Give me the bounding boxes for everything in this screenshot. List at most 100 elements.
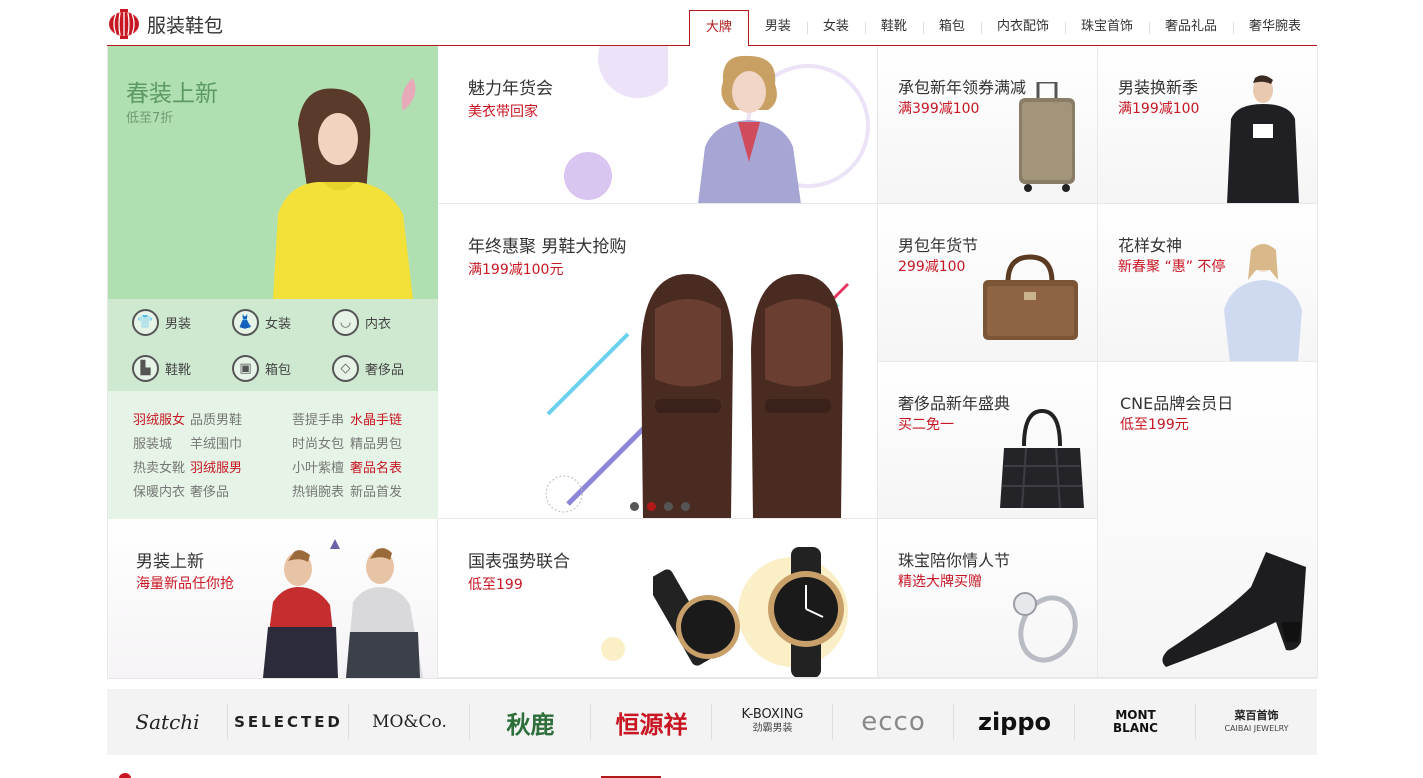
tile-title: 奢侈品新年盛典 <box>898 394 1011 413</box>
tile-luxury-gala[interactable]: 奢侈品新年盛典 买二免一 <box>878 362 1098 519</box>
category-1[interactable]: 👗 女装 <box>232 309 291 336</box>
brand-caibai[interactable]: 菜百首饰 CAIBAI JEWELRY <box>1196 702 1317 742</box>
tile-title: 珠宝陪你情人节 <box>898 551 1011 570</box>
tile-menswear-season[interactable]: 男装换新季 满199减100 <box>1098 46 1318 204</box>
brand-kboxing[interactable]: K-BOXING 劲霸男装 <box>712 702 833 742</box>
brand-montblanc-logo: MONT BLANC <box>1113 708 1158 735</box>
carousel-dot[interactable] <box>664 502 673 511</box>
hero-subtitle: 低至7折 <box>126 111 174 126</box>
loafer-shoes-image <box>641 274 843 518</box>
tab-3[interactable]: 鞋靴 <box>864 10 923 46</box>
carousel-dot[interactable] <box>681 502 690 511</box>
hero-model-image <box>273 88 413 299</box>
carousel-dot[interactable] <box>630 502 639 511</box>
quick-link[interactable]: 热销腕表 <box>292 481 344 500</box>
boot-icon: ▙ <box>132 355 159 382</box>
logo[interactable]: 服装鞋包 <box>107 8 223 40</box>
brand-qiulu[interactable]: 秋鹿 <box>470 702 591 742</box>
tile-title: 花样女神 <box>1118 236 1183 255</box>
brand-ecco[interactable]: ecco <box>833 702 954 742</box>
handbag-image <box>1000 408 1084 509</box>
quick-link[interactable]: 新品首发 <box>350 481 402 500</box>
tile-subtitle: 满399减100 <box>898 101 980 117</box>
briefcase-image <box>983 254 1078 340</box>
brand-bar: Satchi SELECTED MO&Co. 秋鹿 恒源祥 K-BOXING 劲… <box>107 689 1317 755</box>
brand-kboxing-sub: 劲霸男装 <box>752 723 793 734</box>
hero-banner[interactable]: 春装上新 低至7折 <box>108 46 438 299</box>
quick-link[interactable]: 精品男包 <box>350 433 402 452</box>
category-5[interactable]: ◇ 奢侈品 <box>332 355 404 382</box>
fashion-model-image <box>698 55 801 203</box>
quick-link[interactable]: 水晶手链 <box>350 409 402 428</box>
tile-mens-bags[interactable]: 男包年货节 299减100 <box>878 204 1098 362</box>
category-icons: 👕 男装 👗 女装 ◡ 内衣 ▙ 鞋靴 ▣ 箱包 ◇ 奢侈品 <box>108 299 438 391</box>
tshirt-icon: 👕 <box>132 309 159 336</box>
quick-link[interactable]: 羽绒服女 <box>133 409 185 428</box>
circle-decoration <box>564 152 612 200</box>
man-jacket-image <box>1227 75 1299 203</box>
tab-1[interactable]: 男装 <box>749 10 807 46</box>
quick-link[interactable]: 小叶紫檀 <box>292 457 344 476</box>
tile-subtitle: 低至199元 <box>1120 417 1189 433</box>
tile-title: 男装换新季 <box>1118 78 1199 97</box>
tab-5[interactable]: 内衣配饰 <box>980 10 1065 46</box>
quick-link[interactable]: 奢侈品 <box>190 481 229 500</box>
tile-cne-member-day[interactable]: CNE品牌会员日 低至199元 <box>1098 362 1318 678</box>
lantern-icon <box>107 8 141 40</box>
ring-image <box>1013 592 1078 663</box>
tile-title: 年终惠聚 男鞋大抢购 <box>468 237 627 257</box>
quick-links: 羽绒服女 品质男鞋 菩提手串 水晶手链服装城 羊绒围巾 时尚女包 精品男包热卖女靴 羽绒服男 小… <box>108 391 438 519</box>
category-label: 内衣 <box>365 317 392 332</box>
tile-title: 男包年货节 <box>898 236 979 255</box>
triangle-decoration <box>330 539 340 549</box>
tile-women-goddess[interactable]: 花样女神 新春聚 “惠” 不停 <box>1098 204 1318 362</box>
tile-subtitle: 精选大牌买赠 <box>898 574 982 590</box>
tile-subtitle: 新春聚 “惠” 不停 <box>1118 259 1226 275</box>
quick-link[interactable]: 羊绒围巾 <box>190 433 242 452</box>
tile-title: 男装上新 <box>136 552 204 572</box>
quick-link[interactable]: 奢品名表 <box>350 457 402 476</box>
tab-2[interactable]: 女装 <box>806 10 865 46</box>
tile-watches[interactable]: 国表强势联合 低至199 <box>438 519 878 678</box>
tile-jewelry-valentine[interactable]: 珠宝陪你情人节 精选大牌买赠 <box>878 519 1098 678</box>
quick-link[interactable]: 热卖女靴 <box>133 457 185 476</box>
tab-7[interactable]: 奢品礼品 <box>1148 10 1233 46</box>
watches-image <box>653 547 844 677</box>
tile-bags-coupon[interactable]: 承包新年领券满减 满399减100 <box>878 46 1098 204</box>
tile-subtitle: 低至199 <box>468 577 523 593</box>
tab-4[interactable]: 箱包 <box>922 10 981 46</box>
brand-selected[interactable]: SELECTED <box>228 702 349 742</box>
brand-caibai-sub: 菜百首饰 <box>1234 709 1279 722</box>
carousel-mens-shoes[interactable]: 年终惠聚 男鞋大抢购 满199减100元 <box>438 204 878 519</box>
tab-8[interactable]: 奢华腕表 <box>1232 10 1317 46</box>
category-3[interactable]: ▙ 鞋靴 <box>132 355 191 382</box>
petal-decoration <box>401 78 416 111</box>
quick-link[interactable]: 服装城 <box>133 433 172 452</box>
brand-hengyuanxiang-logo: 恒源祥 <box>615 710 688 739</box>
category-0[interactable]: 👕 男装 <box>132 309 191 336</box>
quick-link[interactable]: 品质男鞋 <box>190 409 242 428</box>
quick-link[interactable]: 保暖内衣 <box>133 481 185 500</box>
brand-montblanc[interactable]: MONT BLANC <box>1075 702 1196 742</box>
brand-moco-logo: MO&Co. <box>372 712 447 732</box>
brand-moco[interactable]: MO&Co. <box>349 702 470 742</box>
brand-zippo[interactable]: zippo <box>954 702 1075 742</box>
ankle-boot-image <box>1162 552 1306 667</box>
quick-link[interactable]: 羽绒服男 <box>190 457 242 476</box>
tile-subtitle: 海量新品任你抢 <box>136 576 234 592</box>
quick-link[interactable]: 菩提手串 <box>292 409 344 428</box>
tab-6[interactable]: 珠宝首饰 <box>1064 10 1149 46</box>
brand-hengyuanxiang[interactable]: 恒源祥 <box>591 702 712 742</box>
suitcase-image <box>1019 82 1075 192</box>
brand-satchi[interactable]: Satchi <box>107 702 228 742</box>
carousel-dots <box>630 502 690 511</box>
carousel-dot[interactable] <box>647 502 656 511</box>
circle-decoration <box>601 637 625 661</box>
tile-mens-new[interactable]: 男装上新 海量新品任你抢 <box>108 519 438 678</box>
tab-0[interactable]: 大牌 <box>688 10 749 47</box>
category-2[interactable]: ◡ 内衣 <box>332 309 391 336</box>
tile-new-year-goods[interactable]: 魅力年货会 美衣带回家 <box>438 46 878 204</box>
category-4[interactable]: ▣ 箱包 <box>232 355 291 382</box>
tile-subtitle: 299减100 <box>898 259 966 275</box>
quick-link[interactable]: 时尚女包 <box>292 433 344 452</box>
